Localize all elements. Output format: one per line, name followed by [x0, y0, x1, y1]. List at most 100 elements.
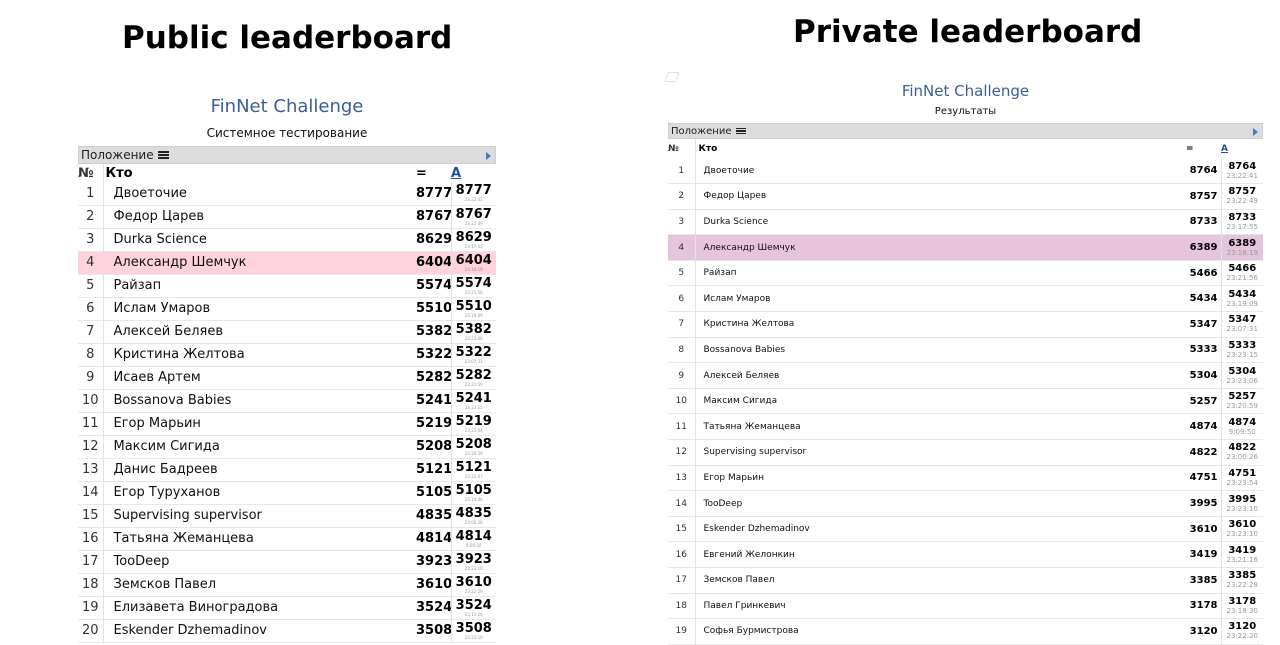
problem-a-cell[interactable]: 5121 23:22:07 [451, 458, 496, 481]
problem-a-cell[interactable]: 3995 23:23:10 [1221, 491, 1263, 517]
problem-a-cell[interactable]: 8767 23:22:49 [451, 205, 496, 228]
table-row: 15 Eskender Dzhemadinov 3610 3610 23:23:10 [668, 516, 1263, 542]
participant-name[interactable]: Райзап [103, 274, 416, 297]
problem-a-cell[interactable]: 5208 23:20:59 [451, 435, 496, 458]
problem-a-cell[interactable]: 3524 23:11:26 [451, 596, 496, 619]
problem-a-cell[interactable]: 8757 23:22:49 [1221, 184, 1263, 210]
menu-icon[interactable] [735, 127, 746, 136]
participant-name[interactable]: Кристина Желтова [103, 343, 416, 366]
rank-cell: 13 [668, 465, 696, 491]
problem-a-cell[interactable]: 4874 9:09:50 [1221, 414, 1263, 440]
column-header-problem-a[interactable]: A [1221, 139, 1263, 158]
expand-arrow-icon[interactable] [486, 152, 491, 160]
table-row: 7 Кристина Желтова 5347 5347 23:07:31 [668, 311, 1263, 338]
problem-a-cell[interactable]: 8629 23:17:55 [451, 228, 496, 251]
participant-name[interactable]: Двоеточие [695, 158, 1186, 184]
expand-arrow-icon[interactable] [1253, 128, 1258, 136]
participant-name[interactable]: Александр Шемчук [695, 235, 1186, 261]
problem-a-cell[interactable]: 5382 23:23:06 [451, 320, 496, 343]
participant-name[interactable]: Исаев Артем [103, 366, 416, 389]
participant-name[interactable]: Федор Царев [695, 184, 1186, 210]
problem-a-cell[interactable]: 4751 23:23:54 [1221, 465, 1263, 491]
problem-a-cell[interactable]: 5105 23:10:46 [451, 481, 496, 504]
problem-a-cell[interactable]: 3120 23:22:20 [1221, 619, 1263, 645]
problem-a-cell[interactable]: 5257 23:20:59 [1221, 388, 1263, 414]
participant-name[interactable]: TooDeep [103, 550, 416, 573]
problem-a-cell[interactable]: 3610 23:22:28 [451, 573, 496, 596]
problem-a-cell[interactable]: 5434 23:19:09 [1221, 286, 1263, 312]
problem-a-cell[interactable]: 5241 23:23:15 [451, 389, 496, 412]
participant-name[interactable]: Ислам Умаров [103, 297, 416, 320]
participant-name[interactable]: Павел Гринкевич [695, 593, 1186, 619]
participant-name[interactable]: Алексей Беляев [695, 363, 1186, 389]
participant-name[interactable]: Егор Марьин [695, 465, 1186, 491]
submission-time: 23:23:54 [1226, 478, 1258, 487]
problem-a-cell[interactable]: 5333 23:23:15 [1221, 337, 1263, 363]
participant-name[interactable]: TooDeep [695, 491, 1186, 517]
problem-a-cell[interactable]: 8764 23:22:41 [1221, 158, 1263, 184]
problem-a-cell[interactable]: 5574 23:21:56 [451, 274, 496, 297]
participant-name[interactable]: Федор Царев [103, 205, 416, 228]
participant-name[interactable]: Eskender Dzhemadinov [695, 516, 1186, 542]
contest-title[interactable]: FinNet Challenge [668, 82, 1263, 100]
problem-a-cell[interactable]: 3419 23:21:16 [1221, 542, 1263, 568]
participant-name[interactable]: Максим Сигида [695, 388, 1186, 414]
participant-name[interactable]: Татьяна Жеманцева [695, 414, 1186, 440]
participant-name[interactable]: Supervising supervisor [695, 440, 1186, 466]
problem-a-cell[interactable]: 4835 23:00:26 [451, 504, 496, 527]
problem-a-cell[interactable]: 5510 23:19:09 [451, 297, 496, 320]
problem-a-cell[interactable]: 8777 23:22:41 [451, 182, 496, 205]
column-header-problem-a[interactable]: A [451, 164, 496, 182]
problem-a-cell[interactable]: 3610 23:23:10 [1221, 516, 1263, 542]
rank-cell: 10 [668, 388, 696, 414]
problem-a-cell[interactable]: 8733 23:17:55 [1221, 209, 1263, 235]
problem-a-score: 5105 [455, 482, 492, 498]
rank-cell: 11 [668, 413, 696, 440]
submission-time: 23:20:59 [1226, 402, 1258, 411]
participant-name[interactable]: Елизавета Виноградова [103, 596, 416, 619]
problem-a-cell[interactable]: 5466 23:21:56 [1221, 260, 1263, 286]
participant-name[interactable]: Eskender Dzhemadinov [103, 619, 416, 642]
problem-a-cell[interactable]: 5347 23:07:31 [1221, 312, 1263, 338]
participant-name[interactable]: Алексей Беляев [103, 320, 416, 343]
submission-time: 23:22:41 [1226, 171, 1258, 180]
problem-a-score: 5333 [1228, 339, 1257, 351]
problem-a-cell[interactable]: 5282 23:21:59 [451, 366, 496, 389]
problem-a-cell[interactable]: 3508 23:23:10 [451, 619, 496, 642]
problem-a-cell[interactable]: 5304 23:23:06 [1221, 363, 1263, 389]
contest-title[interactable]: FinNet Challenge [78, 96, 496, 117]
participant-name[interactable]: Александр Шемчук [103, 251, 416, 274]
participant-name[interactable]: Райзап [695, 260, 1186, 286]
participant-name[interactable]: Евгений Желонкин [695, 542, 1186, 568]
problem-a-cell[interactable]: 5219 23:23:54 [451, 412, 496, 435]
participant-name[interactable]: Данис Бадреев [103, 458, 416, 481]
participant-name[interactable]: Егор Марьин [103, 412, 416, 435]
participant-name[interactable]: Bossanova Babies [695, 337, 1186, 363]
problem-a-cell[interactable]: 4814 9:09:50 [451, 527, 496, 550]
participant-name[interactable]: Двоеточие [103, 182, 416, 205]
rank-cell: 3 [78, 228, 104, 251]
submission-time: 23:23:10 [1226, 530, 1258, 539]
rank-cell: 10 [78, 389, 104, 412]
participant-name[interactable]: Durka Science [695, 209, 1186, 235]
participant-name[interactable]: Земсков Павел [103, 573, 416, 596]
participant-name[interactable]: Bossanova Babies [103, 389, 416, 412]
problem-a-cell[interactable]: 4822 23:00:26 [1221, 440, 1263, 466]
problem-a-cell[interactable]: 5322 23:07:31 [451, 343, 496, 366]
participant-name[interactable]: Supervising supervisor [103, 504, 416, 527]
participant-name[interactable]: Софья Бурмистрова [695, 619, 1186, 645]
participant-name[interactable]: Максим Сигида [103, 435, 416, 458]
participant-name[interactable]: Кристина Желтова [695, 312, 1186, 338]
rank-cell: 17 [78, 550, 104, 573]
participant-name[interactable]: Ислам Умаров [695, 286, 1186, 312]
problem-a-cell[interactable]: 6389 23:18:19 [1221, 235, 1263, 261]
participant-name[interactable]: Земсков Павел [695, 568, 1186, 594]
problem-a-cell[interactable]: 6404 23:18:19 [451, 251, 496, 274]
participant-name[interactable]: Durka Science [103, 228, 416, 251]
problem-a-cell[interactable]: 3923 23:23:10 [451, 550, 496, 573]
participant-name[interactable]: Егор Туруханов [103, 481, 416, 504]
menu-icon[interactable] [157, 150, 169, 160]
participant-name[interactable]: Татьяна Жеманцева [103, 527, 416, 550]
problem-a-cell[interactable]: 3385 23:22:28 [1221, 568, 1263, 594]
problem-a-cell[interactable]: 3178 23:18:30 [1221, 593, 1263, 619]
